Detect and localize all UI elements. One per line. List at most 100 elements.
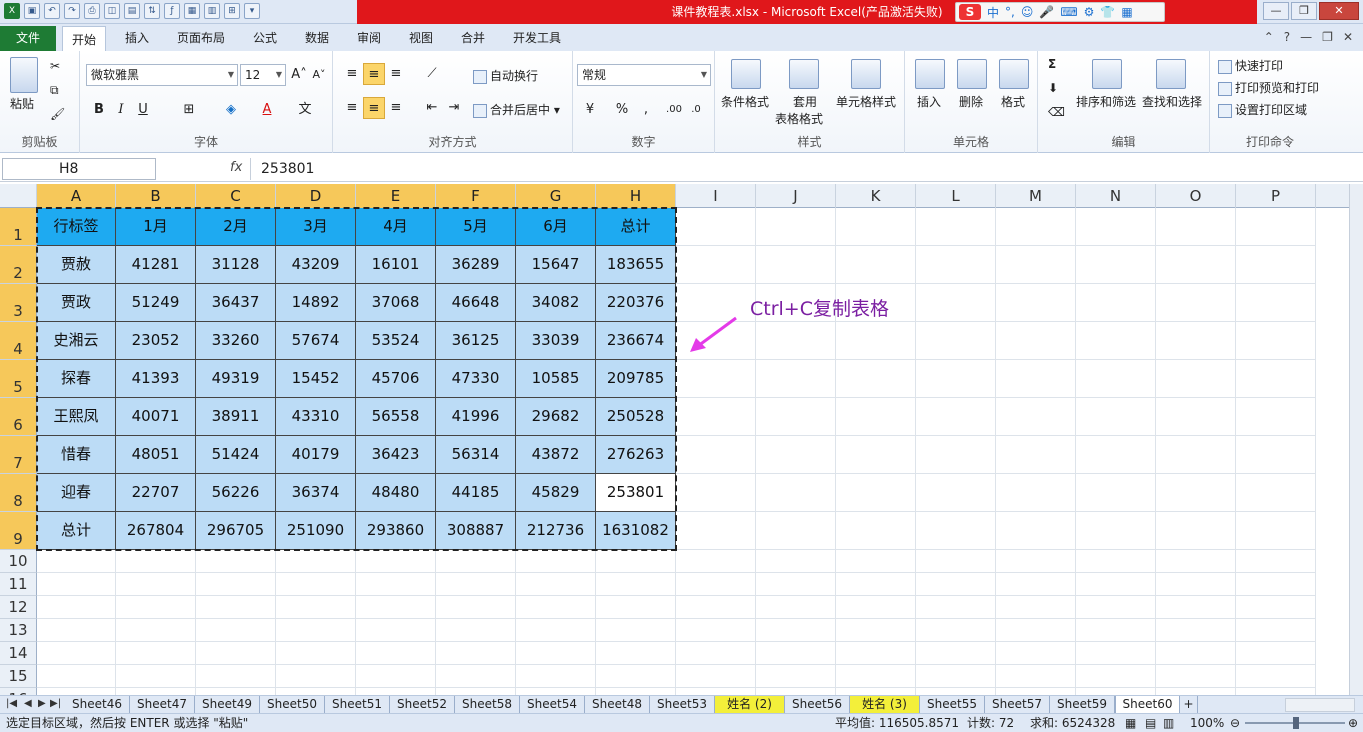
table-cell[interactable]: 36437 <box>196 284 276 322</box>
doc-restore-icon[interactable]: ❐ <box>1322 30 1333 44</box>
ime-settings-icon[interactable]: ⚙ <box>1084 5 1095 19</box>
table-cell[interactable]: 296705 <box>196 512 276 550</box>
table-cell[interactable]: 15647 <box>516 246 596 284</box>
column-header-G[interactable]: G <box>516 184 596 208</box>
table-cell[interactable]: 16101 <box>356 246 436 284</box>
phonetic-icon[interactable]: 文 <box>294 99 316 121</box>
sheet-tab[interactable]: Sheet52 <box>390 696 455 714</box>
format-painter-icon[interactable]: 🖌 <box>50 107 65 121</box>
zoom-level[interactable]: 100% <box>1190 714 1224 732</box>
table-cell[interactable]: 236674 <box>596 322 676 360</box>
align-left-icon[interactable]: ≡ <box>341 97 363 119</box>
currency-icon[interactable]: ¥ <box>579 99 601 121</box>
row-header-3[interactable]: 3 <box>0 284 37 322</box>
table-cell[interactable]: 36289 <box>436 246 516 284</box>
sort-icon[interactable]: ⇅ <box>144 3 160 19</box>
table-cell[interactable]: 33260 <box>196 322 276 360</box>
row-header-14[interactable]: 14 <box>0 642 37 665</box>
chart-icon[interactable]: ▥ <box>204 3 220 19</box>
sheet-tab[interactable]: Sheet46 <box>65 696 130 714</box>
minimize-button[interactable]: — <box>1263 2 1289 20</box>
column-header-M[interactable]: M <box>996 184 1076 208</box>
tab-data[interactable]: 数据 <box>305 29 329 46</box>
table-cell[interactable]: 15452 <box>276 360 356 398</box>
sort-filter-button[interactable]: 排序和筛选 <box>1076 93 1136 110</box>
table-cell[interactable]: 56226 <box>196 474 276 512</box>
table-cell[interactable]: 36125 <box>436 322 516 360</box>
table-cell[interactable]: 贾政 <box>37 284 116 322</box>
tab-merge[interactable]: 合并 <box>461 29 485 46</box>
table-cell[interactable]: 迎春 <box>37 474 116 512</box>
row-header-2[interactable]: 2 <box>0 246 37 284</box>
row-header-8[interactable]: 8 <box>0 474 37 512</box>
format-cells-icon[interactable] <box>999 59 1029 89</box>
print-area-button[interactable]: 设置打印区域 <box>1218 101 1307 118</box>
ime-toolbox-icon[interactable]: ▦ <box>1121 5 1132 19</box>
comma-icon[interactable]: , <box>635 99 657 121</box>
sheet-tab[interactable]: Sheet57 <box>985 696 1050 714</box>
row-header-6[interactable]: 6 <box>0 398 37 436</box>
ime-chinese-mode[interactable]: 中 <box>987 4 999 21</box>
table-cell[interactable]: 1631082 <box>596 512 676 550</box>
insert-function-icon[interactable]: fx <box>230 160 242 175</box>
sheet-tab[interactable]: Sheet48 <box>585 696 650 714</box>
next-sheet-icon[interactable]: ▶ <box>38 698 46 709</box>
row-header-15[interactable]: 15 <box>0 665 37 688</box>
underline-button[interactable]: U <box>132 99 154 121</box>
font-color-icon[interactable]: A <box>256 99 278 121</box>
save-icon[interactable]: ▣ <box>24 3 40 19</box>
paste-button[interactable]: 粘贴 <box>10 95 34 112</box>
undo-icon[interactable]: ↶ <box>44 3 60 19</box>
grow-font-button[interactable]: A˄ <box>288 64 310 86</box>
sheet-tab[interactable]: Sheet54 <box>520 696 585 714</box>
table-cell[interactable]: 37068 <box>356 284 436 322</box>
preview-icon[interactable]: ◫ <box>104 3 120 19</box>
orientation-icon[interactable]: ⟋ <box>421 63 443 85</box>
table-header-cell[interactable]: 总计 <box>596 208 676 246</box>
sheet-tab[interactable]: Sheet60 <box>1115 696 1180 714</box>
sheet-tab[interactable]: Sheet59 <box>1050 696 1115 714</box>
column-header-E[interactable]: E <box>356 184 436 208</box>
table-cell[interactable]: 40071 <box>116 398 196 436</box>
table-cell[interactable]: 276263 <box>596 436 676 474</box>
table-cell[interactable]: 220376 <box>596 284 676 322</box>
table-cell[interactable]: 36423 <box>356 436 436 474</box>
column-header-D[interactable]: D <box>276 184 356 208</box>
sheet-tab[interactable]: Sheet56 <box>785 696 850 714</box>
horizontal-scrollbar[interactable] <box>1285 698 1355 712</box>
table-header-cell[interactable]: 4月 <box>356 208 436 246</box>
table-cell[interactable]: 史湘云 <box>37 322 116 360</box>
increase-indent-icon[interactable]: ⇥ <box>443 97 465 119</box>
align-middle-icon[interactable]: ≡ <box>363 63 385 85</box>
copy-icon[interactable]: ⧉ <box>50 83 59 98</box>
column-header-P[interactable]: P <box>1236 184 1316 208</box>
row-header-9[interactable]: 9 <box>0 512 37 550</box>
table-cell[interactable]: 36374 <box>276 474 356 512</box>
table-cell[interactable]: 43310 <box>276 398 356 436</box>
paste-icon[interactable] <box>10 57 38 93</box>
align-top-icon[interactable]: ≡ <box>341 63 363 85</box>
column-header-A[interactable]: A <box>37 184 116 208</box>
table-cell[interactable]: 41393 <box>116 360 196 398</box>
fill-icon[interactable]: ⬇ <box>1048 81 1058 95</box>
row-header-10[interactable]: 10 <box>0 550 37 573</box>
table-cell[interactable]: 23052 <box>116 322 196 360</box>
table-cell[interactable]: 47330 <box>436 360 516 398</box>
table-cell[interactable]: 251090 <box>276 512 356 550</box>
row-header-13[interactable]: 13 <box>0 619 37 642</box>
align-right-icon[interactable]: ≡ <box>385 97 407 119</box>
table-header-cell[interactable]: 行标签 <box>37 208 116 246</box>
format-table-icon[interactable] <box>789 59 819 89</box>
tab-review[interactable]: 审阅 <box>357 29 381 46</box>
bold-button[interactable]: B <box>88 99 110 121</box>
sheet-tab[interactable]: Sheet50 <box>260 696 325 714</box>
table-cell[interactable]: 183655 <box>596 246 676 284</box>
ime-emoji-icon[interactable]: ☺ <box>1021 5 1034 19</box>
table-cell[interactable]: 57674 <box>276 322 356 360</box>
insert-cells-icon[interactable] <box>915 59 945 89</box>
borders-icon[interactable]: ⊞ <box>178 99 200 121</box>
table-cell[interactable]: 29682 <box>516 398 596 436</box>
row-header-7[interactable]: 7 <box>0 436 37 474</box>
table-cell[interactable]: 56314 <box>436 436 516 474</box>
zoom-in-icon[interactable]: ⊕ <box>1348 714 1358 732</box>
